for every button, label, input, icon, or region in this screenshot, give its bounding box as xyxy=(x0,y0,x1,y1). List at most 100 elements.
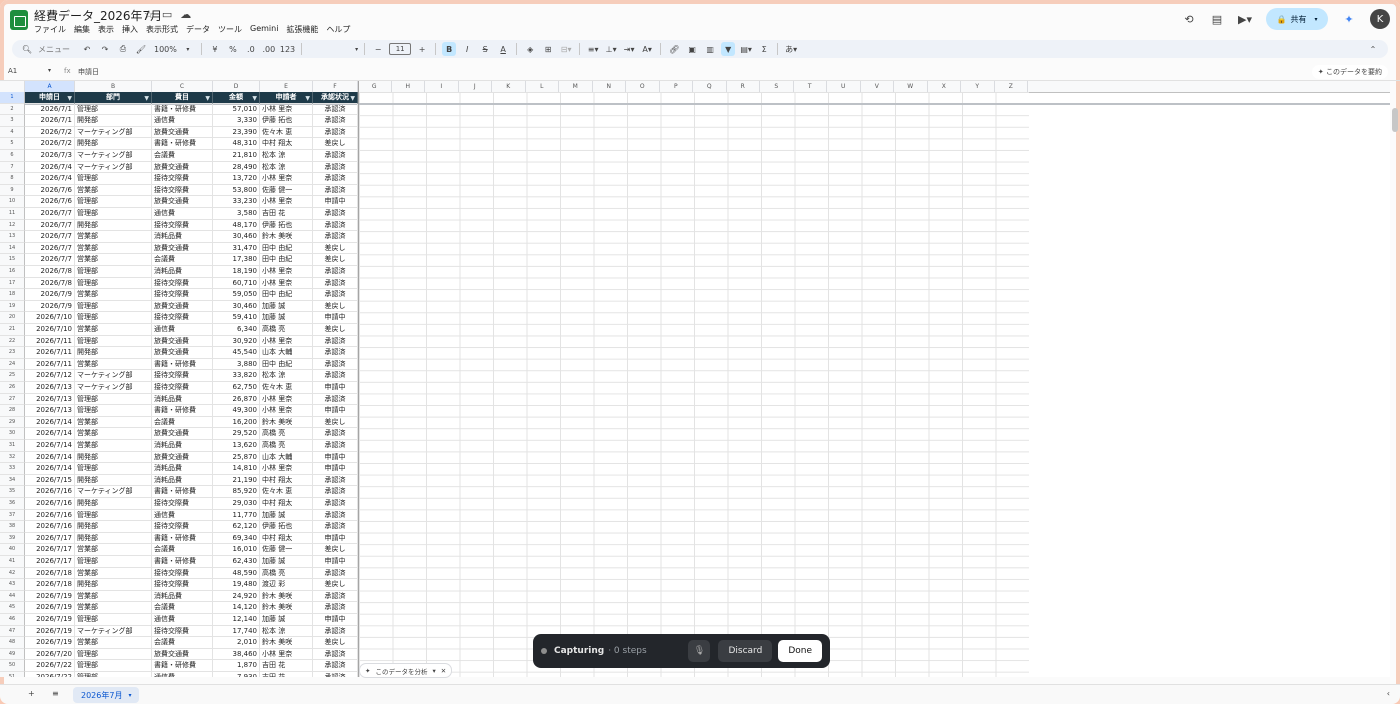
table-cell[interactable]: 2026/7/7 xyxy=(25,254,75,266)
table-cell[interactable]: 承認済 xyxy=(313,393,358,406)
column-header[interactable]: D xyxy=(213,81,260,92)
table-cell[interactable]: 佐々木 恵 xyxy=(260,126,313,139)
table-cell[interactable]: 接待交際費 xyxy=(152,567,213,580)
table-cell[interactable]: 申請中 xyxy=(313,556,358,568)
menu-item[interactable]: 挿入 xyxy=(122,23,138,36)
table-cell[interactable]: 承認済 xyxy=(313,498,358,510)
row-header[interactable]: 47 xyxy=(0,625,25,638)
table-cell[interactable]: 2026/7/22 xyxy=(25,660,75,672)
table-cell[interactable]: 2026/7/13 xyxy=(25,405,75,417)
row-header[interactable]: 39 xyxy=(0,532,25,545)
table-header-cell[interactable]: 部門 ▼ xyxy=(75,92,152,104)
column-header[interactable]: V xyxy=(861,81,894,92)
table-cell[interactable]: 加藤 誠 xyxy=(260,509,313,522)
formula-input[interactable]: 申請日 xyxy=(78,67,99,77)
row-header[interactable]: 44 xyxy=(0,590,25,603)
table-cell[interactable]: 管理部 xyxy=(75,509,152,522)
table-cell[interactable]: 85,920 xyxy=(213,486,260,498)
table-cell[interactable]: 管理部 xyxy=(75,556,152,568)
borders-icon[interactable]: ⊞ xyxy=(541,42,555,56)
table-cell[interactable]: 57,010 xyxy=(213,103,260,116)
share-button[interactable]: 🔒 共有 ▾ xyxy=(1266,8,1328,30)
table-cell[interactable]: 管理部 xyxy=(75,196,152,208)
row-header[interactable]: 23 xyxy=(0,347,25,359)
table-cell[interactable]: 17,740 xyxy=(213,625,260,638)
table-cell[interactable]: 通信費 xyxy=(152,614,213,626)
table-cell[interactable]: 接待交際費 xyxy=(152,498,213,510)
table-cell[interactable]: 伊藤 拓也 xyxy=(260,521,313,533)
table-cell[interactable]: 小林 里奈 xyxy=(260,463,313,475)
font-family-select[interactable]: ▾ xyxy=(308,42,358,56)
table-cell[interactable]: 2026/7/2 xyxy=(25,126,75,139)
table-cell[interactable]: 会議費 xyxy=(152,150,213,162)
table-cell[interactable]: 小林 里奈 xyxy=(260,405,313,417)
column-header[interactable]: T xyxy=(794,81,827,92)
row-header[interactable]: 37 xyxy=(0,509,25,522)
table-cell[interactable]: 承認済 xyxy=(313,625,358,638)
column-header[interactable]: U xyxy=(827,81,861,92)
table-cell[interactable]: 33,820 xyxy=(213,370,260,382)
fill-color-icon[interactable]: ◈ xyxy=(523,42,537,56)
table-cell[interactable]: 通信費 xyxy=(152,672,213,677)
table-cell[interactable]: 2026/7/6 xyxy=(25,196,75,208)
table-cell[interactable]: 鈴木 美咲 xyxy=(260,231,313,243)
column-header[interactable]: I xyxy=(425,81,459,92)
table-cell[interactable]: 45,540 xyxy=(213,347,260,359)
table-cell[interactable]: 承認済 xyxy=(313,115,358,127)
table-cell[interactable]: 2026/7/16 xyxy=(25,521,75,533)
table-cell[interactable]: 旅費交通費 xyxy=(152,126,213,139)
table-cell[interactable]: 小林 里奈 xyxy=(260,277,313,290)
move-folder-icon[interactable]: ▭ xyxy=(162,8,172,21)
table-cell[interactable]: 2026/7/19 xyxy=(25,590,75,603)
table-cell[interactable]: 申請中 xyxy=(313,451,358,464)
table-cell[interactable]: 2026/7/18 xyxy=(25,579,75,591)
table-cell[interactable]: 2026/7/4 xyxy=(25,161,75,174)
table-cell[interactable]: 2026/7/18 xyxy=(25,567,75,580)
table-cell[interactable]: 差戻し xyxy=(313,579,358,591)
table-cell[interactable]: 承認済 xyxy=(313,672,358,677)
table-cell[interactable]: 書籍・研修費 xyxy=(152,138,213,150)
table-cell[interactable]: 38,460 xyxy=(213,648,260,661)
table-cell[interactable]: 管理部 xyxy=(75,614,152,626)
table-header-cell[interactable]: 承認状況 ▼ xyxy=(313,92,358,104)
column-header[interactable]: Y xyxy=(961,81,995,92)
close-icon[interactable]: ✕ xyxy=(441,667,446,675)
name-box[interactable]: A1 xyxy=(8,67,17,75)
table-cell[interactable]: 山本 大輔 xyxy=(260,451,313,464)
column-header[interactable]: M xyxy=(559,81,593,92)
microphone-icon[interactable]: 🎙︎ xyxy=(688,640,711,662)
table-cell[interactable]: 承認済 xyxy=(313,428,358,440)
table-cell[interactable]: 営業部 xyxy=(75,184,152,197)
menu-item[interactable]: データ xyxy=(186,23,210,36)
insert-link-icon[interactable]: 🔗︎ xyxy=(667,42,681,56)
table-cell[interactable]: 消耗品費 xyxy=(152,393,213,406)
row-header[interactable]: 29 xyxy=(0,416,25,429)
table-cell[interactable]: 2026/7/1 xyxy=(25,115,75,127)
table-cell[interactable]: 開発部 xyxy=(75,498,152,510)
table-cell[interactable]: 書籍・研修費 xyxy=(152,556,213,568)
row-header[interactable]: 10 xyxy=(0,196,25,208)
meet-icon[interactable]: ▶▾ xyxy=(1238,12,1252,26)
redo-icon[interactable]: ↷ xyxy=(98,42,112,56)
table-cell[interactable]: 2026/7/6 xyxy=(25,184,75,197)
row-header[interactable]: 8 xyxy=(0,173,25,185)
table-cell[interactable]: 2026/7/14 xyxy=(25,451,75,464)
table-cell[interactable]: 18,190 xyxy=(213,266,260,278)
table-cell[interactable]: 通信費 xyxy=(152,115,213,127)
done-button[interactable]: Done xyxy=(778,640,822,662)
row-header[interactable]: 34 xyxy=(0,474,25,487)
table-cell[interactable]: 59,050 xyxy=(213,289,260,301)
table-cell[interactable]: 承認済 xyxy=(313,150,358,162)
table-cell[interactable]: 差戻し xyxy=(313,300,358,313)
row-header[interactable]: 12 xyxy=(0,219,25,232)
column-header[interactable]: H xyxy=(392,81,425,92)
table-cell[interactable]: 13,720 xyxy=(213,173,260,185)
table-cell[interactable]: 高橋 亮 xyxy=(260,428,313,440)
explore-chip[interactable]: ✦ このデータを分析 ▾ ✕ xyxy=(359,663,453,678)
empty-cells[interactable] xyxy=(359,92,1029,677)
table-cell[interactable]: 2026/7/15 xyxy=(25,474,75,487)
table-cell[interactable]: 管理部 xyxy=(75,660,152,672)
table-cell[interactable]: 2026/7/14 xyxy=(25,440,75,452)
table-cell[interactable]: 62,120 xyxy=(213,521,260,533)
table-cell[interactable]: 2026/7/7 xyxy=(25,242,75,255)
